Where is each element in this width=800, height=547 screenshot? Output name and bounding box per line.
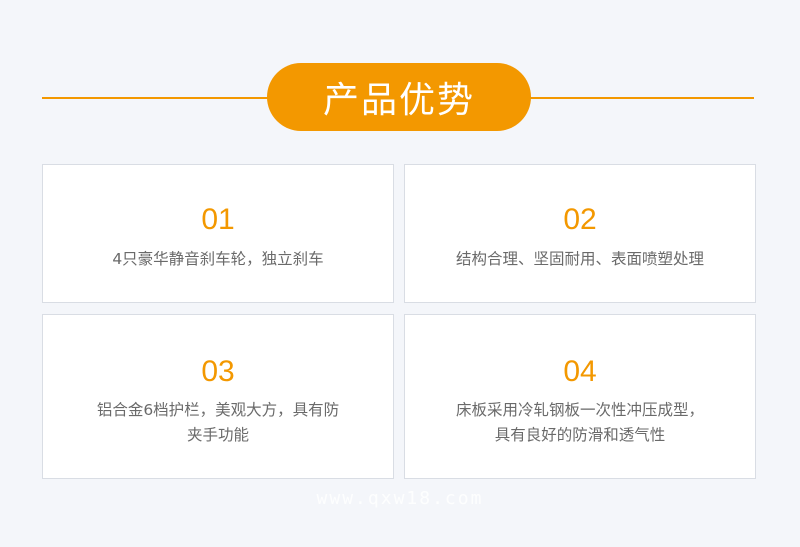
feature-card-04: 04 床板采用冷轧钢板一次性冲压成型， 具有良好的防滑和透气性 [404, 314, 756, 479]
feature-card-02: 02 结构合理、坚固耐用、表面喷塑处理 [404, 164, 756, 303]
section-title: 产品优势 [267, 63, 531, 131]
watermark: www.qxw18.com [316, 488, 484, 509]
feature-number: 03 [201, 355, 235, 388]
feature-description: 4只豪华静音刹车轮，独立刹车 [112, 250, 324, 268]
feature-number: 02 [563, 203, 597, 236]
feature-description: 铝合金6档护栏，美观大方，具有防 夹手功能 [96, 401, 340, 444]
feature-card-01: 01 4只豪华静音刹车轮，独立刹车 [42, 164, 394, 303]
header-divider-right [528, 97, 754, 99]
feature-number: 04 [563, 355, 597, 388]
header-divider-left [42, 97, 270, 99]
feature-card-03: 03 铝合金6档护栏，美观大方，具有防 夹手功能 [42, 314, 394, 479]
feature-description: 结构合理、坚固耐用、表面喷塑处理 [455, 250, 704, 268]
feature-description: 床板采用冷轧钢板一次性冲压成型， 具有良好的防滑和透气性 [455, 401, 704, 444]
feature-number: 01 [201, 203, 235, 236]
